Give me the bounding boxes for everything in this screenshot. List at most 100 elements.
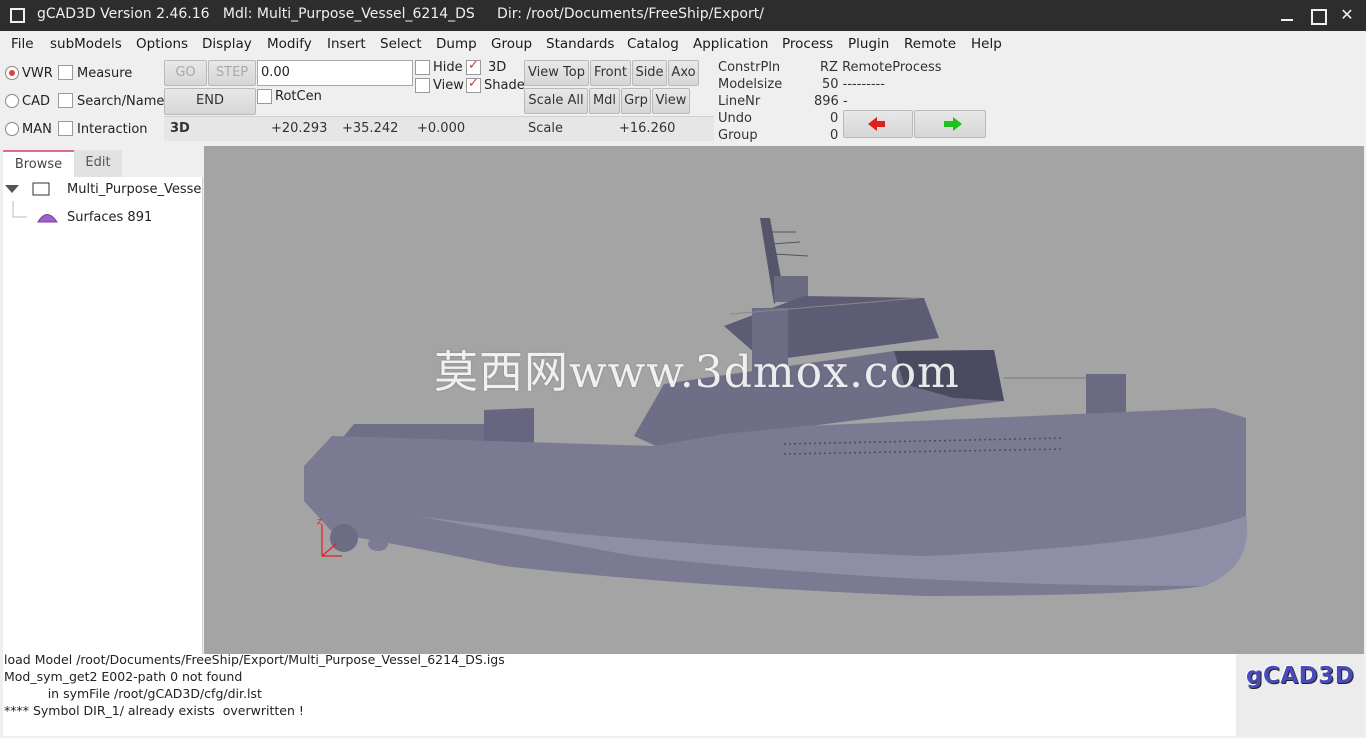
maximize-icon[interactable] bbox=[1306, 4, 1328, 26]
mode-cad-label: CAD bbox=[22, 94, 50, 109]
3d-viewport[interactable]: z 莫西网www.3dmox.com bbox=[204, 146, 1364, 654]
close-icon[interactable]: ✕ bbox=[1336, 4, 1358, 26]
arrow-left-icon bbox=[868, 117, 885, 131]
scale-all-button[interactable]: Scale All bbox=[524, 88, 588, 114]
menu-submodels[interactable]: subModels bbox=[50, 36, 122, 52]
redo-button[interactable] bbox=[914, 110, 986, 138]
view-side-button[interactable]: Side bbox=[632, 60, 667, 86]
expand-triangle-icon[interactable] bbox=[5, 185, 19, 193]
mode-cad-radio[interactable] bbox=[5, 94, 19, 108]
app-logo: gCAD3D bbox=[1237, 654, 1364, 736]
end-button[interactable]: END bbox=[164, 88, 256, 115]
tab-edit[interactable]: Edit bbox=[74, 150, 122, 177]
view-front-button[interactable]: Front bbox=[590, 60, 631, 86]
menu-file[interactable]: File bbox=[11, 36, 34, 52]
menu-help[interactable]: Help bbox=[971, 36, 1002, 52]
arrow-right-icon bbox=[944, 117, 962, 131]
message-line: Mod_sym_get2 E002-path 0 not found bbox=[4, 669, 243, 684]
shade-checkbox[interactable] bbox=[466, 76, 481, 93]
measure-label: Measure bbox=[77, 66, 133, 81]
hide-label: Hide bbox=[433, 60, 463, 75]
menu-options[interactable]: Options bbox=[136, 36, 188, 52]
constrpln-label: ConstrPln bbox=[718, 60, 781, 75]
view-top-button[interactable]: View Top bbox=[524, 60, 589, 86]
message-line: in symFile /root/gCAD3D/cfg/dir.lst bbox=[4, 686, 262, 701]
coord-y: +35.242 bbox=[342, 121, 399, 136]
hide-checkbox[interactable] bbox=[415, 60, 430, 75]
constrpln-value: RZ RemoteProcess bbox=[820, 60, 942, 75]
group-value: 0 bbox=[830, 128, 839, 143]
interaction-checkbox[interactable] bbox=[58, 121, 73, 136]
message-line: load Model /root/Documents/FreeShip/Expo… bbox=[4, 652, 505, 667]
go-button[interactable]: GO bbox=[164, 60, 207, 86]
menu-plugin[interactable]: Plugin bbox=[848, 36, 889, 52]
title-bar: gCAD3D Version 2.46.16 Mdl: Multi_Purpos… bbox=[0, 0, 1366, 31]
menu-standards[interactable]: Standards bbox=[546, 36, 614, 52]
search-name-checkbox[interactable] bbox=[58, 93, 73, 108]
surface-icon bbox=[37, 214, 58, 223]
scale-bar: Scale +16.260 bbox=[524, 116, 714, 141]
step-button[interactable]: STEP bbox=[208, 60, 256, 86]
undo-value: 0 bbox=[830, 111, 839, 126]
mode-vwr-radio[interactable] bbox=[5, 66, 19, 80]
menu-dump[interactable]: Dump bbox=[436, 36, 477, 52]
menu-application[interactable]: Application bbox=[693, 36, 768, 52]
ship-aft-house bbox=[484, 408, 534, 446]
shade-label: Shade bbox=[484, 78, 525, 93]
view-button[interactable]: View bbox=[652, 88, 690, 114]
menu-select[interactable]: Select bbox=[380, 36, 422, 52]
modelsize-value: 50 --------- bbox=[822, 77, 885, 92]
coord-z: +0.000 bbox=[417, 121, 466, 136]
menu-process[interactable]: Process bbox=[782, 36, 833, 52]
mode-man-label: MAN bbox=[22, 122, 52, 137]
logo-text: gCAD3D bbox=[1246, 663, 1355, 689]
tree-child-surfaces[interactable]: Surfaces 891 bbox=[67, 210, 152, 225]
group-label: Group bbox=[718, 128, 758, 143]
ship-model: z bbox=[304, 218, 1248, 596]
browser-panel: Browse Edit Multi_Purpose_Vesse Surfaces… bbox=[3, 146, 203, 654]
menu-group[interactable]: Group bbox=[491, 36, 532, 52]
ship-propeller bbox=[330, 524, 358, 552]
interaction-label: Interaction bbox=[77, 122, 148, 137]
menu-catalog[interactable]: Catalog bbox=[627, 36, 679, 52]
mdl-button[interactable]: Mdl bbox=[589, 88, 620, 114]
mode-vwr-label: VWR bbox=[22, 66, 53, 81]
view-label: View bbox=[433, 78, 464, 93]
menu-modify[interactable]: Modify bbox=[267, 36, 312, 52]
watermark-text: 莫西网www.3dmox.com bbox=[434, 347, 960, 398]
ship-rudder bbox=[368, 537, 388, 551]
undo-label: Undo bbox=[718, 111, 752, 126]
grp-button[interactable]: Grp bbox=[621, 88, 651, 114]
rotcen-checkbox[interactable] bbox=[257, 89, 272, 104]
measure-checkbox[interactable] bbox=[58, 65, 73, 80]
modelsize-label: Modelsize bbox=[718, 77, 783, 92]
tree-root[interactable]: Multi_Purpose_Vesse bbox=[67, 182, 201, 197]
linenr-value: 896 - bbox=[814, 94, 848, 109]
rotcen-label: RotCen bbox=[275, 89, 322, 104]
3d-label: 3D bbox=[488, 60, 507, 75]
undo-button[interactable] bbox=[843, 110, 913, 138]
scale-label: Scale bbox=[528, 121, 563, 136]
message-area: load Model /root/Documents/FreeShip/Expo… bbox=[3, 652, 1236, 736]
value-input[interactable]: 0.00 bbox=[257, 60, 413, 86]
toolbar: VWR CAD MAN Measure Search/Name Interact… bbox=[0, 58, 1366, 144]
tab-browse[interactable]: Browse bbox=[3, 150, 74, 177]
view-checkbox[interactable] bbox=[415, 78, 430, 93]
menu-insert[interactable]: Insert bbox=[327, 36, 366, 52]
coordinate-bar: 3D +20.293 +35.242 +0.000 bbox=[164, 116, 524, 141]
window-title: gCAD3D Version 2.46.16 Mdl: Multi_Purpos… bbox=[37, 6, 764, 22]
svg-text:z: z bbox=[317, 517, 322, 527]
scale-value: +16.260 bbox=[619, 121, 676, 136]
coord-x: +20.293 bbox=[271, 121, 328, 136]
search-name-label: Search/Name bbox=[77, 94, 165, 109]
mode-man-radio[interactable] bbox=[5, 122, 19, 136]
menu-display[interactable]: Display bbox=[202, 36, 252, 52]
minimize-icon[interactable] bbox=[1276, 4, 1298, 26]
menu-bar: File subModels Options Display Modify In… bbox=[0, 31, 1366, 58]
linenr-label: LineNr bbox=[718, 94, 761, 109]
3d-checkbox[interactable] bbox=[466, 58, 481, 75]
panel-tabs: Browse Edit bbox=[3, 146, 203, 177]
app-icon bbox=[10, 8, 25, 23]
menu-remote[interactable]: Remote bbox=[904, 36, 956, 52]
view-axo-button[interactable]: Axo bbox=[668, 60, 699, 86]
